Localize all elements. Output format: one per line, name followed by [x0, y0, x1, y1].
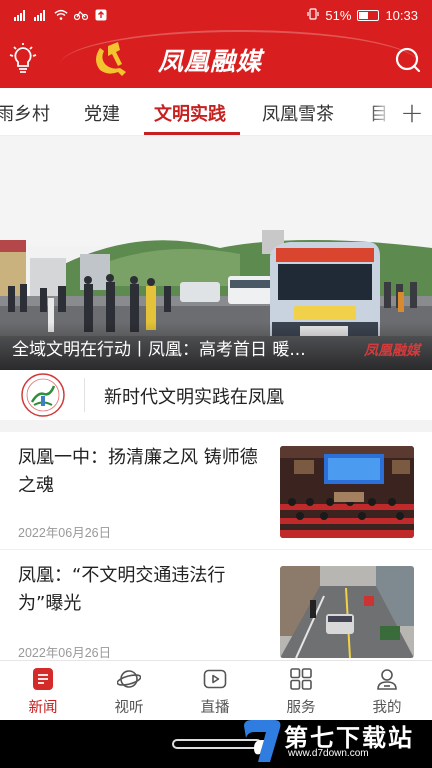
news-date: 2022年06月26日 [18, 646, 112, 660]
grid-icon [289, 667, 313, 691]
battery-icon [357, 10, 380, 21]
nav-label: 新闻 [28, 700, 58, 716]
signal-2-icon [34, 8, 48, 22]
search-icon [395, 47, 421, 73]
bike-icon [74, 8, 88, 22]
channel-title: 新时代文明实践在凤凰 [104, 387, 284, 408]
play-icon [203, 667, 227, 691]
news-thumbnail [280, 566, 414, 658]
tab-fenghuang-tea[interactable]: 凤凰雪茶 [262, 100, 334, 126]
bottom-navigation: 新闻 视听 直播 服务 我的 [0, 660, 432, 720]
news-thumbnail [280, 446, 414, 538]
news-title: 凤凰一中：扬清廉之风 铸师德之魂 [18, 447, 258, 496]
civilization-center-logo [16, 372, 70, 418]
category-tabs: 雨乡村 党建 文明实践 凤凰雪茶 目 + [0, 88, 432, 136]
nav-audio-video[interactable]: 视听 [86, 661, 172, 721]
clock: 10:33 [385, 8, 418, 23]
battery-percent: 51% [325, 8, 352, 23]
user-icon [375, 667, 399, 691]
featured-banner[interactable]: 全域文明在行动丨凤凰：高考首日 暖... 凤凰融媒 [0, 136, 432, 370]
channel-header[interactable]: 新时代文明实践在凤凰 [0, 370, 432, 420]
add-channel-button[interactable]: + [392, 88, 432, 135]
watermark-url: www.d7down.com [288, 748, 369, 759]
news-date: 2022年06月26日 [18, 526, 112, 540]
status-bar: 51% 10:33 [0, 0, 432, 32]
divider [84, 378, 85, 412]
app-title: 凤凰融媒 [158, 47, 263, 76]
party-emblem-icon [88, 38, 132, 82]
site-watermark: 第七下载站 www.d7down.com [236, 716, 426, 768]
wifi-icon [54, 8, 68, 22]
lightbulb-icon[interactable] [6, 42, 40, 76]
nav-label: 视听 [114, 700, 144, 716]
planet-icon [116, 667, 142, 691]
signal-icon [14, 8, 28, 22]
d7-logo-icon [240, 718, 284, 764]
app-bar: 凤凰融媒 [0, 36, 432, 84]
tab-rural[interactable]: 雨乡村 [0, 100, 50, 126]
status-icons-left [14, 8, 108, 22]
nav-profile[interactable]: 我的 [344, 661, 430, 721]
nav-news[interactable]: 新闻 [0, 661, 86, 721]
news-title: 凤凰：“不文明交通违法行为”曝光 [18, 565, 226, 614]
banner-watermark: 凤凰融媒 [364, 343, 420, 359]
nav-services[interactable]: 服务 [258, 661, 344, 721]
nav-label: 服务 [286, 700, 316, 716]
banner-caption: 全域文明在行动丨凤凰：高考首日 暖... [12, 340, 306, 360]
news-list-item[interactable]: 凤凰一中：扬清廉之风 铸师德之魂 2022年06月26日 [0, 432, 432, 550]
vibrate-icon [307, 8, 320, 23]
nav-label: 直播 [200, 700, 230, 716]
search-button[interactable] [392, 44, 424, 76]
upload-icon [94, 8, 108, 22]
tab-fade [368, 88, 392, 135]
section-gap [0, 420, 432, 432]
news-icon [31, 667, 55, 691]
app-header: 51% 10:33 凤凰融媒 [0, 0, 432, 88]
tab-civilization-practice[interactable]: 文明实践 [154, 100, 226, 126]
news-list-item[interactable]: 凤凰：“不文明交通违法行为”曝光 2022年06月26日 [0, 550, 432, 660]
nav-label: 我的 [372, 700, 402, 716]
status-icons-right: 51% 10:33 [307, 8, 418, 23]
nav-live[interactable]: 直播 [172, 661, 258, 721]
active-tab-indicator [144, 132, 240, 135]
tab-party-building[interactable]: 党建 [84, 100, 120, 126]
